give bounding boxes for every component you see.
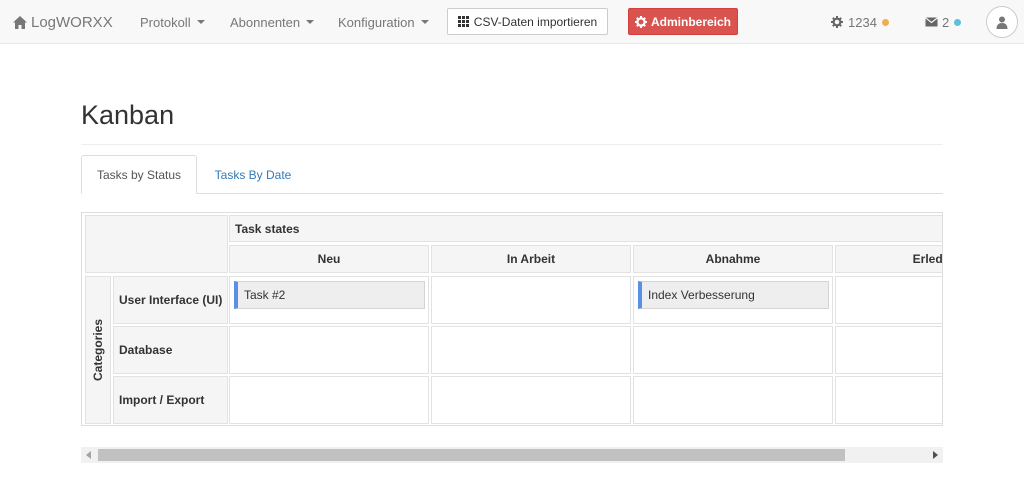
- kanban-cell[interactable]: [431, 326, 631, 374]
- kanban-cell[interactable]: [835, 326, 942, 374]
- kanban-cell[interactable]: [835, 276, 942, 324]
- row-header-import-export: Import / Export: [113, 376, 228, 424]
- user-avatar-button[interactable]: [986, 6, 1018, 38]
- mail-counter[interactable]: 2: [925, 0, 962, 44]
- menu-protokoll[interactable]: Protokoll: [140, 0, 205, 44]
- top-navbar: LogWORXX Protokoll Abonnenten Konfigurat…: [0, 0, 1024, 44]
- task-card-task-2[interactable]: Task #2: [234, 281, 425, 309]
- column-header-erledigt: Erledigt: [835, 245, 942, 273]
- tab-tasks-by-status[interactable]: Tasks by Status: [81, 155, 197, 194]
- kanban-cell[interactable]: [633, 326, 833, 374]
- scroll-left-arrow[interactable]: [81, 447, 97, 463]
- csv-import-label: CSV-Daten importieren: [473, 14, 598, 29]
- kanban-cell[interactable]: [431, 276, 631, 324]
- brand-link[interactable]: LogWORXX: [12, 0, 113, 44]
- admin-label: Adminbereich: [650, 14, 731, 29]
- column-header-neu: Neu: [229, 245, 429, 273]
- row-header-database: Database: [113, 326, 228, 374]
- arrow-left-icon: [86, 451, 91, 459]
- admin-button[interactable]: Adminbereich: [628, 8, 738, 35]
- categories-label: Categories: [91, 318, 105, 382]
- menu-protokoll-label: Protokoll: [140, 14, 191, 30]
- corner-cell: [85, 215, 228, 273]
- gear-icon: [634, 15, 647, 28]
- categories-label-cell: Categories: [85, 276, 111, 424]
- user-icon: [996, 16, 1008, 29]
- menu-konfiguration[interactable]: Konfiguration: [338, 0, 429, 44]
- envelope-icon: [925, 17, 938, 27]
- caret-down-icon: [420, 20, 429, 24]
- menu-abonnenten-label: Abonnenten: [230, 14, 301, 30]
- scrollbar-thumb[interactable]: [98, 449, 845, 461]
- grid-icon: [457, 16, 469, 27]
- caret-down-icon: [306, 20, 315, 24]
- menu-abonnenten[interactable]: Abonnenten: [230, 0, 315, 44]
- kanban-cell[interactable]: [633, 376, 833, 424]
- task-card-index-verbesserung[interactable]: Index Verbesserung: [638, 281, 829, 309]
- csv-import-button[interactable]: CSV-Daten importieren: [447, 8, 608, 35]
- arrow-right-icon: [933, 451, 938, 459]
- kanban-cell[interactable]: [431, 376, 631, 424]
- column-header-abnahme: Abnahme: [633, 245, 833, 273]
- settings-counter[interactable]: 1234: [831, 0, 889, 44]
- brand-name: LogWORXX: [31, 13, 113, 31]
- settings-count: 1234: [848, 14, 877, 30]
- mail-count: 2: [942, 14, 950, 30]
- kanban-cell[interactable]: [229, 326, 429, 374]
- gear-icon: [831, 16, 843, 28]
- horizontal-scrollbar[interactable]: [81, 447, 943, 463]
- kanban-cell[interactable]: [835, 376, 942, 424]
- home-icon: [13, 15, 27, 29]
- kanban-board: Task states Neu In Arbeit Abnahme Erledi…: [81, 212, 943, 426]
- scroll-right-arrow[interactable]: [927, 447, 943, 463]
- caret-down-icon: [196, 20, 205, 24]
- settings-status-dot: [881, 18, 889, 26]
- page-title: Kanban: [81, 100, 175, 130]
- mail-status-dot: [954, 18, 962, 26]
- row-header-ui: User Interface (UI): [113, 276, 228, 324]
- title-divider: [81, 144, 943, 145]
- menu-konfiguration-label: Konfiguration: [338, 14, 415, 30]
- column-header-in-arbeit: In Arbeit: [431, 245, 631, 273]
- task-states-label: Task states: [235, 221, 300, 236]
- tab-tasks-by-date[interactable]: Tasks By Date: [197, 155, 309, 194]
- kanban-cell[interactable]: [229, 376, 429, 424]
- task-states-header: Task states: [229, 215, 942, 242]
